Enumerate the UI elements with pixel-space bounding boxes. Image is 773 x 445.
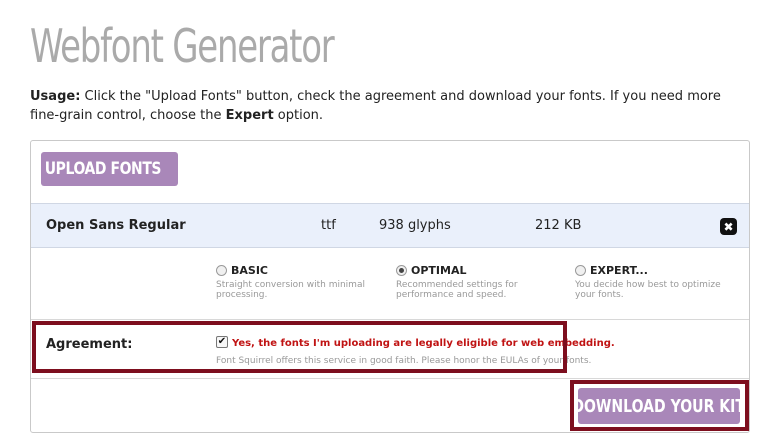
expert-radio[interactable] <box>575 265 586 276</box>
option-expert[interactable]: EXPERT... You decide how best to optimiz… <box>575 264 735 300</box>
page-title: Webfont Generator <box>30 19 335 73</box>
font-file-type: ttf <box>321 218 336 233</box>
upload-fonts-label: UPLOAD FONTS <box>44 159 162 179</box>
agreement-subtext: Font Squirrel offers this service in goo… <box>216 356 592 366</box>
upload-arrow-icon: ↑ <box>175 161 188 177</box>
agreement-text[interactable]: Yes, the fonts I'm uploading are legally… <box>232 338 615 349</box>
usage-text-part1: Click the "Upload Fonts" button, check t… <box>30 89 721 123</box>
conversion-options: BASIC Straight conversion with minimal p… <box>31 248 749 320</box>
option-optimal[interactable]: OPTIMAL Recommended settings for perform… <box>396 264 556 300</box>
font-file-row: Open Sans Regular ttf 938 glyphs 212 KB … <box>31 203 749 248</box>
download-kit-label: DOWNLOAD YOUR KIT <box>572 395 746 417</box>
option-basic-desc: Straight conversion with minimal process… <box>216 280 365 300</box>
option-basic[interactable]: BASIC Straight conversion with minimal p… <box>216 264 376 300</box>
usage-expert: Expert <box>225 108 274 123</box>
usage-text-part2: option. <box>273 108 324 123</box>
remove-file-icon[interactable]: ✖ <box>720 218 737 235</box>
usage-prefix: Usage: <box>30 89 81 104</box>
option-expert-label: EXPERT... <box>590 264 648 277</box>
agreement-label: Agreement: <box>46 337 133 352</box>
basic-radio[interactable] <box>216 265 227 276</box>
download-kit-button[interactable]: DOWNLOAD YOUR KIT <box>573 388 745 424</box>
option-optimal-label: OPTIMAL <box>411 264 467 277</box>
font-file-name: Open Sans Regular <box>46 218 186 233</box>
agreement-row: Agreement: ✔ Yes, the fonts I'm uploadin… <box>31 321 749 379</box>
usage-text: Usage: Click the "Upload Fonts" button, … <box>30 87 750 125</box>
upload-fonts-button[interactable]: UPLOAD FONTS ↑ <box>41 152 188 186</box>
font-file-glyphs: 938 glyphs <box>379 218 451 233</box>
optimal-radio[interactable] <box>396 265 407 276</box>
agreement-checkbox[interactable]: ✔ <box>216 336 228 348</box>
option-basic-label: BASIC <box>231 264 268 277</box>
option-expert-desc: You decide how best to optimize your fon… <box>575 280 721 300</box>
option-optimal-desc: Recommended settings for performance and… <box>396 280 518 300</box>
page: Webfont Generator Usage: Click the "Uplo… <box>0 0 773 445</box>
font-file-size: 212 KB <box>535 218 582 233</box>
